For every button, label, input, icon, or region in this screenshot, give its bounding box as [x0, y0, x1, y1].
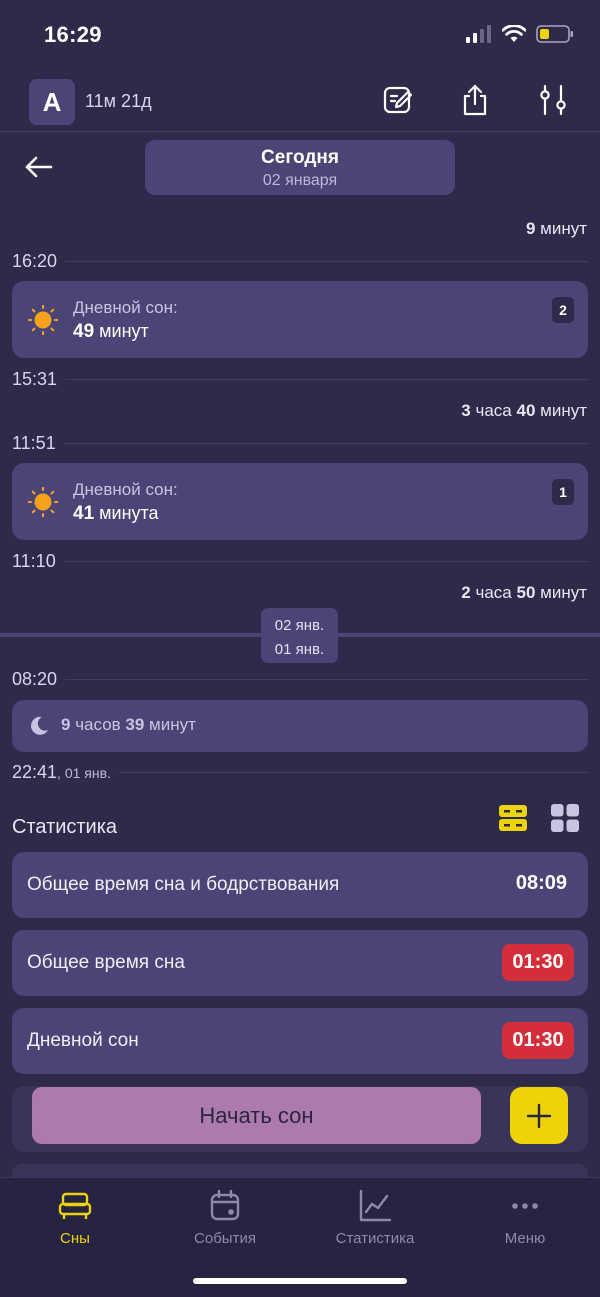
- sun-icon: [28, 305, 58, 335]
- add-event-button[interactable]: [510, 1087, 568, 1144]
- wifi-icon: [502, 25, 526, 42]
- timeline-time: 11:51: [12, 432, 56, 453]
- stat-value-badge: 01:30: [502, 1022, 574, 1059]
- status-time: 16:29: [44, 22, 102, 47]
- timeline-time: 22:41, 01 янв.: [12, 761, 111, 782]
- tab-sleeps[interactable]: Сны: [0, 1188, 150, 1247]
- share-icon[interactable]: [457, 82, 493, 118]
- stat-row-total-sleep-wake[interactable]: Общее время сна и бодрствования 08:09: [12, 852, 588, 918]
- stat-label: Общее время сна и бодрствования: [27, 874, 340, 895]
- nap-duration: 49 минут: [73, 321, 149, 342]
- nap-card[interactable]: Дневной сон: 49 минут 2: [12, 281, 588, 358]
- child-age: 11м 21д: [85, 91, 152, 111]
- tab-label: События: [194, 1230, 256, 1247]
- day-boundary-chip: 02 янв. 01 янв.: [261, 608, 338, 663]
- stat-label: Общее время сна: [27, 952, 185, 973]
- cellular-signal-icon: [466, 25, 491, 43]
- timeline-time: 15:31: [12, 368, 58, 389]
- start-sleep-button[interactable]: Начать сон: [32, 1087, 481, 1144]
- status-icons: [466, 24, 574, 44]
- timeline-time: 16:20: [12, 250, 58, 271]
- stat-row-day-sleep[interactable]: Дневной сон 01:30: [12, 1008, 588, 1074]
- date-navigation: Сегодня 02 января: [0, 132, 600, 202]
- app-header: A 11м 21д: [0, 76, 600, 132]
- tab-label: Сны: [60, 1230, 90, 1247]
- timeline-time: 11:10: [12, 550, 56, 571]
- list-view-icon[interactable]: [498, 803, 528, 833]
- timeline-time-row: 11:51: [12, 432, 588, 454]
- settings-sliders-icon[interactable]: [535, 82, 571, 118]
- bed-icon: [58, 1192, 92, 1219]
- grid-view-icon[interactable]: [550, 803, 580, 833]
- sun-icon: [28, 487, 58, 517]
- tab-menu[interactable]: Меню: [450, 1188, 600, 1247]
- stats-title: Статистика: [12, 816, 118, 838]
- timeline-time-row: 11:10: [12, 550, 588, 572]
- nap-card[interactable]: Дневной сон: 41 минута 1: [12, 463, 588, 540]
- day-chip-bottom: 01 янв.: [274, 641, 325, 658]
- nap-index-badge: 1: [552, 479, 574, 505]
- timeline-time-row: 08:20: [12, 668, 588, 690]
- moon-icon: [31, 716, 48, 735]
- tab-statistics[interactable]: Статистика: [300, 1188, 450, 1247]
- chart-icon: [359, 1189, 392, 1222]
- night-sleep-card[interactable]: 9 часов 39 минут: [12, 700, 588, 752]
- timeline-time-row: 22:41, 01 янв.: [12, 761, 588, 783]
- date-title: Сегодня: [261, 147, 339, 168]
- awake-gap-label: 2 часа 50 минут: [461, 583, 587, 602]
- plus-icon: [526, 1103, 552, 1128]
- timeline-time: 08:20: [12, 668, 58, 689]
- tab-label: Статистика: [335, 1230, 415, 1247]
- night-sleep-duration: 9 часов 39 минут: [61, 715, 196, 734]
- date-subtitle: 02 января: [262, 172, 338, 189]
- back-arrow-icon[interactable]: [22, 150, 56, 184]
- date-selector[interactable]: Сегодня 02 января: [145, 140, 455, 195]
- nap-duration: 41 минута: [73, 503, 159, 524]
- more-icon: [512, 1203, 538, 1209]
- awake-gap-label: 9 минут: [525, 219, 587, 238]
- avatar[interactable]: A: [29, 79, 75, 125]
- stat-value-badge: 01:30: [502, 944, 574, 981]
- stat-label: Дневной сон: [27, 1030, 139, 1051]
- nap-index-badge: 2: [552, 297, 574, 323]
- stat-value: 08:09: [515, 872, 567, 894]
- calendar-icon: [210, 1189, 240, 1221]
- tab-events[interactable]: События: [150, 1188, 300, 1247]
- battery-icon: [536, 25, 573, 43]
- day-chip-top: 02 янв.: [274, 617, 325, 634]
- awake-gap-label: 3 часа 40 минут: [461, 401, 587, 420]
- nap-kind-label: Дневной сон:: [73, 480, 178, 499]
- nap-kind-label: Дневной сон:: [73, 298, 178, 317]
- edit-note-icon[interactable]: [380, 82, 416, 118]
- status-bar: 16:29: [0, 0, 600, 70]
- timeline-time-row: 16:20: [12, 250, 588, 272]
- tab-label: Меню: [504, 1230, 546, 1247]
- home-indicator: [193, 1278, 407, 1284]
- timeline-time-row: 15:31: [12, 368, 588, 390]
- stat-row-total-sleep[interactable]: Общее время сна 01:30: [12, 930, 588, 996]
